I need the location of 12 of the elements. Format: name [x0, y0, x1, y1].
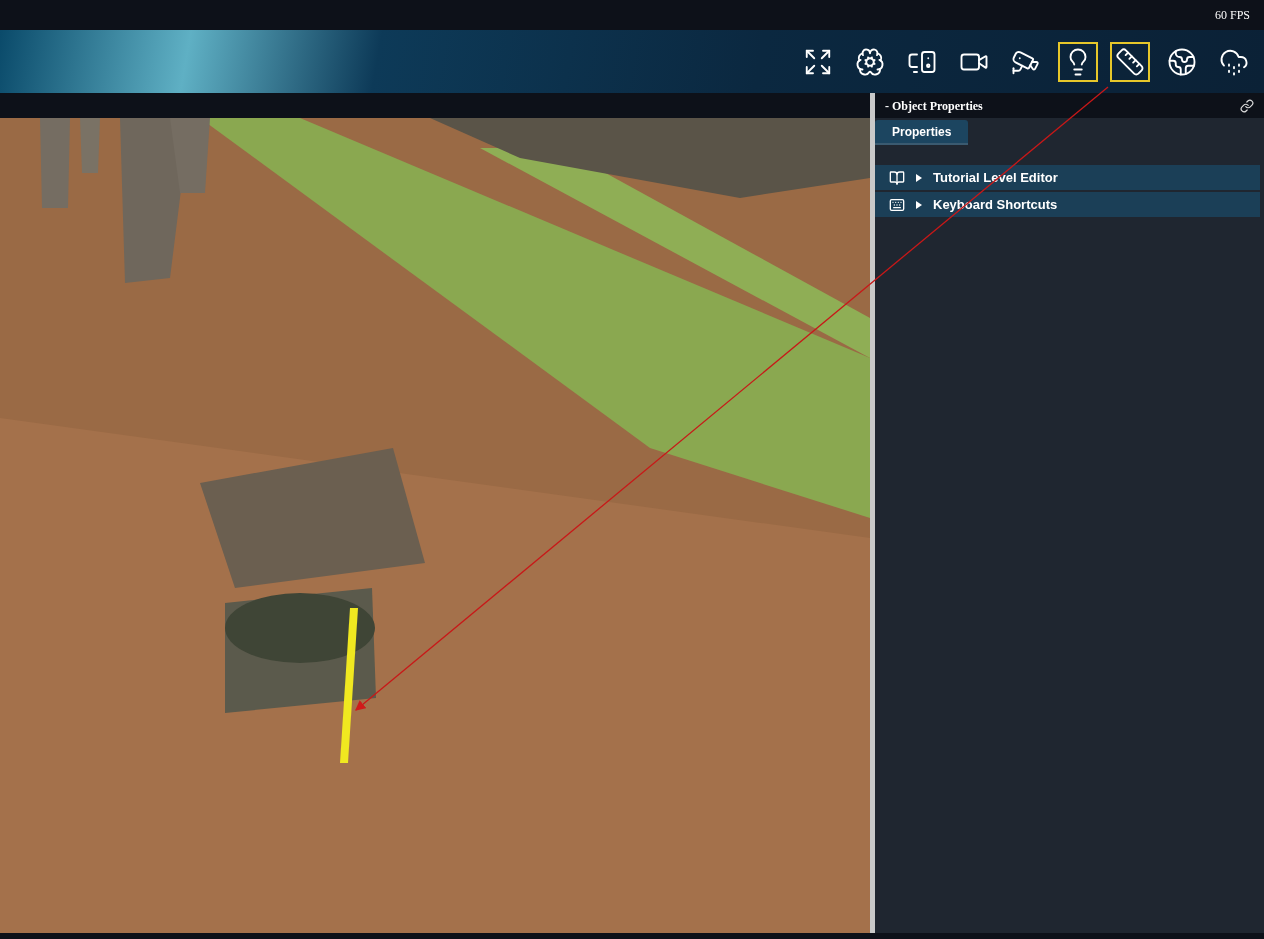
panel-title: - Object Properties [885, 97, 983, 115]
keyboard-icon [889, 196, 905, 213]
fps-counter: 60 FPS [1214, 7, 1250, 24]
link-icon[interactable] [1240, 98, 1254, 113]
globe-icon [1167, 46, 1197, 77]
book-icon [889, 169, 905, 186]
panel-tab[interactable]: Properties [875, 120, 969, 145]
caret-icon [915, 200, 923, 209]
toolbar-button[interactable] [1110, 41, 1150, 82]
caret-icon [915, 173, 923, 182]
toolbar-button[interactable] [1058, 41, 1098, 82]
ruler-icon [1115, 46, 1145, 77]
